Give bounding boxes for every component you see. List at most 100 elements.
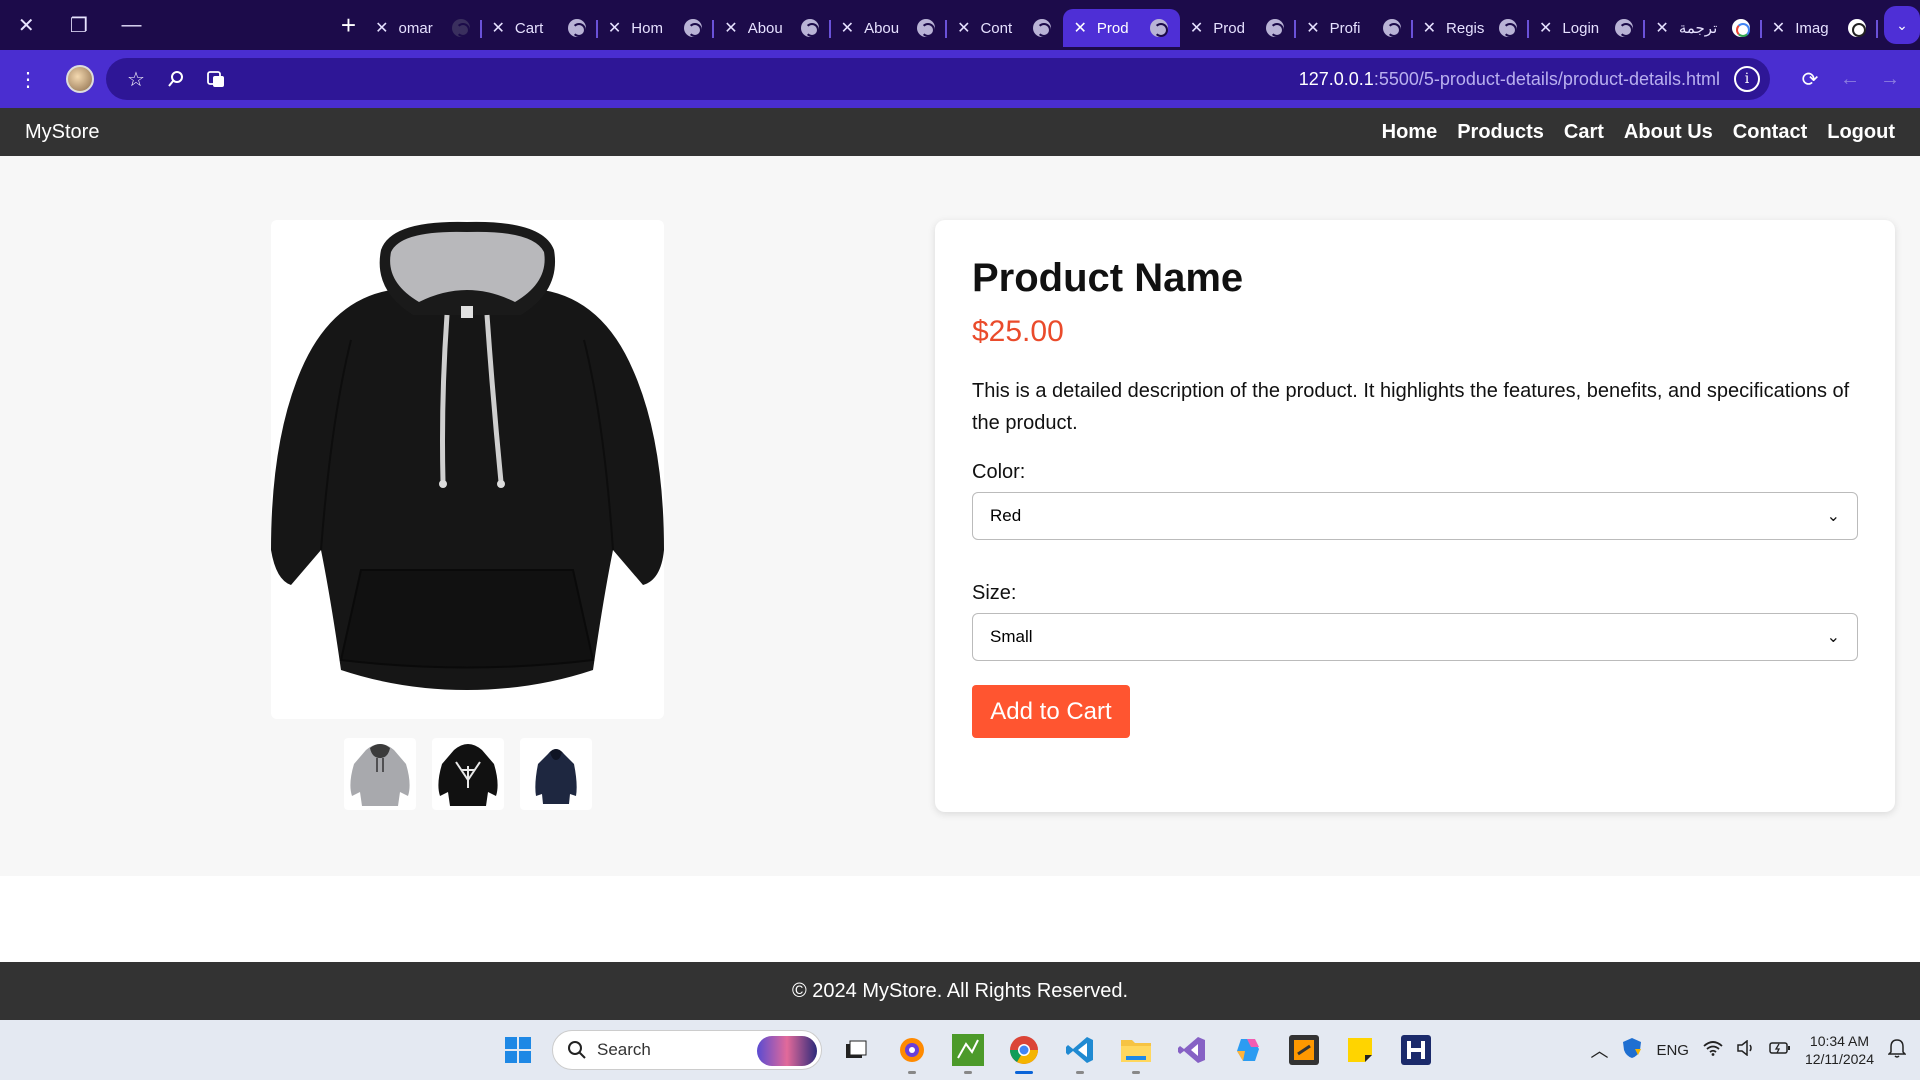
globe-icon [1382,19,1401,37]
browser-tab[interactable]: ✕ Abou [714,9,832,47]
size-label: Size: [972,582,1017,604]
thumbnail-black-graphic-hoodie[interactable] [432,738,504,810]
browser-tab[interactable]: ✕ Regis [1413,9,1530,47]
site-brand[interactable]: MyStore [25,121,99,144]
address-bar[interactable]: ☆ 127.0.0.1:5500/5-product-details/produ… [106,58,1770,100]
battery-icon[interactable] [1769,1041,1791,1059]
tab-title: Prod [1213,19,1245,37]
zoom-icon[interactable] [156,59,196,99]
browser-tab[interactable]: ✕ Hom [598,9,715,47]
notification-bell-icon[interactable] [1887,1038,1907,1062]
close-tab-icon[interactable]: ✕ [375,18,388,38]
browser-tab[interactable]: ✕ Login [1529,9,1646,47]
tab-search-chevron-icon[interactable]: ⌄ [1884,6,1920,44]
nav-about-link[interactable]: About Us [1624,121,1713,144]
tab-title: ترجمة [1678,20,1718,37]
security-shield-icon[interactable] [1622,1037,1642,1063]
browser-tab[interactable]: ✕ Profi [1296,9,1414,47]
close-tab-icon[interactable]: ✕ [841,18,854,38]
app-icon-h[interactable] [1394,1028,1438,1072]
tab-title: Hom [631,19,663,37]
browser-tab[interactable]: ✕ omar [365,9,482,47]
profile-avatar[interactable] [60,59,100,99]
sticky-notes-icon[interactable] [1338,1028,1382,1072]
file-explorer-icon[interactable] [1114,1028,1158,1074]
size-select[interactable]: Small ⌄ [972,613,1858,661]
close-tab-icon[interactable]: ✕ [1423,18,1436,38]
close-tab-icon[interactable]: ✕ [1539,18,1552,38]
search-icon [568,1041,586,1059]
back-arrow-icon[interactable]: ← [1830,59,1870,99]
taskbar-search[interactable]: Search [552,1030,822,1070]
site-info-icon[interactable]: i [1734,66,1760,92]
translate-icon[interactable] [196,59,236,99]
windows-start-icon[interactable] [496,1028,540,1072]
browser-tab[interactable]: ✕ Cont [947,9,1063,47]
browser-tab[interactable]: ✕ ترجمة [1645,9,1763,47]
github-icon [451,19,470,37]
close-tab-icon[interactable]: ✕ [1772,18,1785,38]
nav-contact-link[interactable]: Contact [1733,121,1807,144]
volume-icon[interactable] [1737,1039,1755,1060]
thumbnail-navy-hoodie[interactable] [520,738,592,810]
globe-icon [1499,19,1518,37]
tab-title: omar [398,19,433,37]
task-view-icon[interactable] [834,1028,878,1072]
close-tab-icon[interactable]: ✕ [1073,18,1086,38]
close-tab-icon[interactable]: ✕ [1306,18,1319,38]
google-icon [1731,19,1750,37]
browser-tab-active[interactable]: ✕ Prod [1063,9,1180,47]
product-details-card: Product Name $25.00 This is a detailed d… [935,220,1895,812]
vscode-icon[interactable] [1058,1028,1102,1074]
color-select[interactable]: Red ⌄ [972,492,1858,540]
copilot-icon[interactable] [1226,1028,1270,1072]
close-tab-icon[interactable]: ✕ [957,18,970,38]
sublime-text-icon[interactable] [1282,1028,1326,1072]
close-tab-icon[interactable]: ✕ [1655,18,1668,38]
browser-tab[interactable]: ✕ Abou [831,9,948,47]
new-tab-button[interactable]: + [328,0,369,50]
tab-title: Login [1562,19,1600,37]
color-label: Color: [972,461,1026,483]
add-to-cart-button[interactable]: Add to Cart [972,685,1130,738]
close-tab-icon[interactable]: ✕ [1190,18,1203,38]
browser-tab[interactable]: ✕ Cart [482,9,599,47]
browser-tab[interactable]: ✕ Prod [1180,9,1297,47]
url-text[interactable]: 127.0.0.1:5500/5-product-details/product… [236,69,1734,90]
star-icon[interactable]: ☆ [116,59,156,99]
clock-date: 12/11/2024 [1804,1051,1874,1067]
language-indicator[interactable]: ENG [1656,1042,1689,1059]
footer-copyright: © 2024 MyStore. All Rights Reserved. [792,979,1128,1002]
restore-window-icon[interactable]: ❐ [53,0,106,50]
globe-icon [1615,19,1634,37]
close-tab-icon[interactable]: ✕ [724,18,737,38]
browser-tab[interactable]: ✕ Imag [1762,9,1879,47]
forward-arrow-icon[interactable]: → [1870,59,1910,99]
tab-title: Prod [1096,19,1129,37]
chevron-up-icon[interactable]: ︿ [1590,1037,1608,1063]
menu-dots-icon[interactable]: ⋮ [8,59,48,99]
nav-logout-link[interactable]: Logout [1827,121,1895,144]
nav-home-link[interactable]: Home [1382,121,1438,144]
chrome-icon[interactable] [1002,1028,1046,1074]
nav-cart-link[interactable]: Cart [1564,121,1604,144]
reload-icon[interactable]: ⟳ [1790,59,1830,99]
minimize-window-icon[interactable]: — [105,0,158,50]
tab-title: Cart [514,19,544,37]
visual-studio-icon[interactable] [1170,1028,1214,1072]
windows-taskbar: Search ︿ ENG 10:34 AM 12/11/2024 [0,1020,1920,1080]
system-clock[interactable]: 10:34 AM 12/11/2024 [1805,1032,1874,1068]
close-window-icon[interactable]: ✕ [0,0,53,50]
tab-title: Imag [1795,19,1829,37]
wifi-icon[interactable] [1703,1040,1723,1060]
globe-icon [567,19,586,37]
search-highlight-image [757,1036,817,1066]
app-icon-chart[interactable] [946,1028,990,1074]
chevron-down-icon: ⌄ [1826,629,1840,646]
globe-icon [1266,19,1285,37]
thumbnail-gray-hoodie[interactable] [344,738,416,810]
nav-products-link[interactable]: Products [1457,121,1544,144]
close-tab-icon[interactable]: ✕ [492,18,505,38]
close-tab-icon[interactable]: ✕ [608,18,621,38]
app-icon-browser[interactable] [890,1028,934,1074]
